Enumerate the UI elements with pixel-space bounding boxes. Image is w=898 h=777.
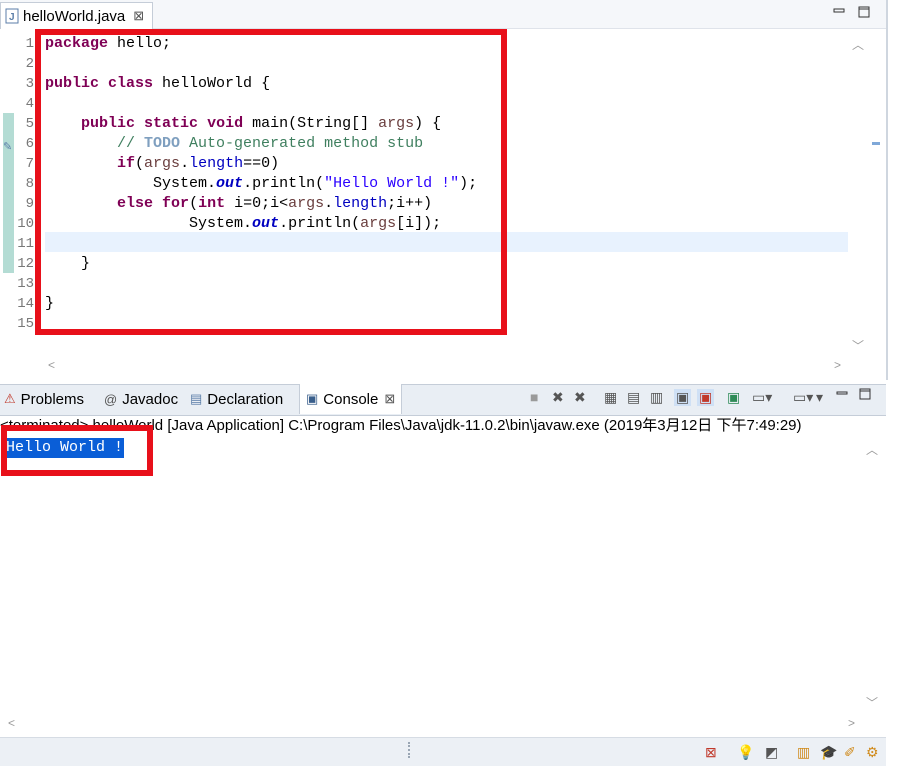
maximize-icon[interactable] (858, 387, 872, 404)
word-wrap-icon[interactable]: ▥ (650, 389, 663, 406)
scroll-right-icon[interactable]: > (848, 716, 855, 730)
change-ruler (3, 113, 14, 273)
line-number: 12 (17, 256, 34, 272)
line-number: 15 (17, 316, 34, 332)
line-number: 2 (25, 56, 34, 72)
remove-all-launches-icon[interactable]: ✖ (574, 389, 586, 406)
maximize-icon[interactable] (857, 5, 871, 22)
tab-javadoc[interactable]: @ Javadoc (104, 384, 178, 414)
remove-launch-icon[interactable]: ✖ (552, 389, 564, 406)
show-on-stderr-icon[interactable]: ▣ (697, 389, 715, 406)
tab-problems-label: Problems (20, 390, 85, 408)
highlight-box-code (35, 29, 507, 335)
scroll-down-icon[interactable]: ﹀ (866, 694, 878, 711)
open-console-icon[interactable]: ▭▾ (793, 389, 813, 406)
scroll-up-icon[interactable]: ︿ (866, 441, 878, 458)
tab-console[interactable]: ▣ Console ⊠ (299, 384, 403, 414)
close-icon[interactable]: ⊠ (133, 8, 144, 24)
scroll-right-icon[interactable]: > (834, 358, 841, 372)
tab-javadoc-label: Javadoc (122, 390, 179, 408)
graduation-cap-icon[interactable]: 🎓 (820, 744, 837, 761)
line-number: 3 (25, 76, 34, 92)
editor-border (886, 0, 888, 380)
line-number: 13 (17, 276, 34, 292)
error-log-icon[interactable]: ⊠ (705, 744, 717, 761)
close-icon[interactable]: ⊠ (384, 391, 395, 407)
scroll-left-icon[interactable]: < (48, 358, 55, 372)
show-on-stdout-icon[interactable]: ▣ (674, 389, 692, 406)
pin-console-icon[interactable]: ▣ (727, 389, 740, 406)
minimize-icon[interactable] (832, 5, 846, 20)
java-file-icon: J (5, 8, 19, 24)
console-output-area[interactable] (0, 437, 886, 737)
display-selected-console-icon[interactable]: ▭▾ (752, 389, 772, 406)
scroll-down-icon[interactable]: ﹀ (852, 337, 864, 354)
minimize-icon[interactable] (836, 386, 848, 402)
line-number: 1 (25, 36, 34, 52)
lightbulb-icon[interactable]: 💡 (737, 744, 754, 761)
javadoc-icon: @ (104, 391, 118, 407)
line-number: 8 (25, 176, 34, 192)
terminate-icon[interactable]: ■ (530, 389, 538, 405)
gear-icon[interactable]: ⚙ (866, 744, 879, 761)
clear-console-icon[interactable]: ▦ (604, 389, 617, 406)
svg-text:J: J (9, 12, 15, 23)
line-number: 9 (25, 196, 34, 212)
tab-console-label: Console (323, 390, 379, 408)
console-icon: ▣ (306, 391, 319, 406)
overview-ruler-mark[interactable] (872, 142, 880, 145)
status-separator (408, 742, 412, 758)
problems-icon: ⚠ (4, 391, 16, 406)
book-icon[interactable]: ▥ (797, 744, 810, 761)
wand-icon[interactable]: ✐ (844, 744, 856, 761)
scroll-up-icon[interactable]: ︿ (852, 36, 864, 53)
line-number: 14 (17, 296, 34, 312)
line-number: 5 (25, 116, 34, 132)
editor-tab-helloworld[interactable]: J helloWorld.java ⊠ (0, 2, 154, 29)
line-number: 6 (25, 136, 34, 152)
line-number: 4 (25, 96, 34, 112)
editor-tab-label: helloWorld.java (23, 7, 126, 25)
line-number: 10 (17, 216, 34, 232)
scroll-lock-icon[interactable]: ▤ (627, 389, 640, 406)
tab-problems[interactable]: ⚠ Problems (4, 384, 84, 414)
tab-declaration-label: Declaration (207, 390, 284, 408)
line-numbers: 1 2 3 4 5 6 7 8 9 10 11 12 13 14 15 (14, 34, 34, 334)
highlight-box-output (1, 425, 153, 476)
line-number: 11 (17, 236, 34, 252)
tab-declaration[interactable]: ▤ Declaration (190, 384, 283, 414)
tip-icon[interactable]: ◩ (765, 744, 778, 761)
task-marker-icon: ✎ (3, 141, 13, 153)
view-menu-icon[interactable]: ▾ (816, 389, 823, 406)
declaration-icon: ▤ (190, 391, 203, 406)
line-number: 7 (25, 156, 34, 172)
scroll-left-icon[interactable]: < (8, 716, 15, 730)
